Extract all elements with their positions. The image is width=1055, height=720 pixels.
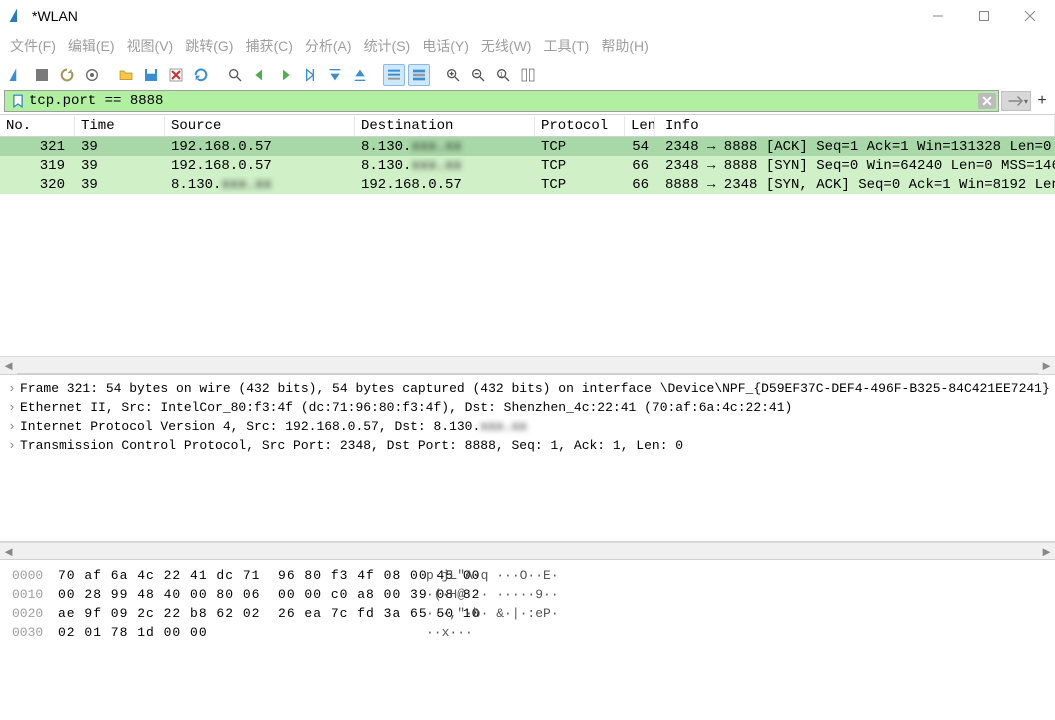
menu-wireless[interactable]: 无线(W) [475,34,538,58]
packet-list-body[interactable]: 32139192.168.0.578.130.xxx.xxTCP542348 →… [0,137,1055,356]
restart-capture-button[interactable] [56,64,78,86]
clear-filter-button[interactable]: ✕ [978,93,996,109]
go-to-packet-button[interactable] [299,64,321,86]
details-hscroll[interactable]: ◄► [0,542,1055,559]
zoom-out-button[interactable] [467,64,489,86]
col-header-length[interactable]: Length [625,116,655,136]
packet-row[interactable]: 32139192.168.0.578.130.xxx.xxTCP542348 →… [0,137,1055,156]
menubar: 文件(F) 编辑(E) 视图(V) 跳转(G) 捕获(C) 分析(A) 统计(S… [0,32,1055,62]
scroll-right-icon[interactable]: ► [1038,357,1055,374]
maximize-button[interactable] [961,1,1007,31]
save-file-button[interactable] [140,64,162,86]
find-packet-button[interactable] [224,64,246,86]
col-header-no[interactable]: No. [0,116,75,136]
app-icon [8,7,26,25]
menu-analyze[interactable]: 分析(A) [299,34,358,58]
detail-line[interactable]: ›Internet Protocol Version 4, Src: 192.1… [8,417,1047,436]
scroll-left-icon[interactable]: ◄ [0,357,17,374]
autoscroll-button[interactable] [383,64,405,86]
close-button[interactable] [1007,1,1053,31]
col-header-source[interactable]: Source [165,116,355,136]
menu-view[interactable]: 视图(V) [121,34,180,58]
packet-list-hscroll[interactable]: ◄► [0,356,1055,373]
toolbar: 1 [0,62,1055,90]
menu-edit[interactable]: 编辑(E) [62,34,121,58]
col-header-info[interactable]: Info [655,116,1055,136]
zoom-in-button[interactable] [442,64,464,86]
window-title: *WLAN [32,8,78,24]
col-header-protocol[interactable]: Protocol [535,116,625,136]
resize-columns-button[interactable] [517,64,539,86]
packet-details-pane[interactable]: ›Frame 321: 54 bytes on wire (432 bits),… [0,374,1055,542]
detail-line[interactable]: ›Frame 321: 54 bytes on wire (432 bits),… [8,379,1047,398]
menu-capture[interactable]: 捕获(C) [239,34,298,58]
packet-list-pane: No. Time Source Destination Protocol Len… [0,114,1055,374]
scroll-right-icon[interactable]: ► [1038,543,1055,560]
detail-line[interactable]: ›Ethernet II, Src: IntelCor_80:f3:4f (dc… [8,398,1047,417]
open-file-button[interactable] [115,64,137,86]
zoom-reset-button[interactable]: 1 [492,64,514,86]
titlebar: *WLAN [0,0,1055,32]
menu-help[interactable]: 帮助(H) [595,34,654,58]
display-filter-input[interactable] [29,93,978,109]
hex-row[interactable]: 001000 28 99 48 40 00 80 06 00 00 c0 a8 … [12,585,1045,604]
minimize-button[interactable] [915,1,961,31]
packet-bytes-pane[interactable]: 000070 af 6a 4c 22 41 dc 71 96 80 f3 4f … [0,559,1055,720]
menu-go[interactable]: 跳转(G) [179,34,239,58]
filterbar: ✕ ▾ + [0,90,1055,114]
start-capture-button[interactable] [6,64,28,86]
packet-row[interactable]: 320398.130.xxx.xx192.168.0.57TCP668888 →… [0,175,1055,194]
go-next-button[interactable] [274,64,296,86]
filter-input-wrap: ✕ [4,90,999,112]
packet-row[interactable]: 31939192.168.0.578.130.xxx.xxTCP662348 →… [0,156,1055,175]
apply-filter-button[interactable]: ▾ [1001,91,1031,111]
close-file-button[interactable] [165,64,187,86]
add-filter-button[interactable]: + [1033,91,1051,111]
bookmark-icon[interactable] [11,93,25,109]
reload-button[interactable] [190,64,212,86]
detail-line[interactable]: ›Transmission Control Protocol, Src Port… [8,436,1047,455]
capture-options-button[interactable] [81,64,103,86]
col-header-time[interactable]: Time [75,116,165,136]
go-last-button[interactable] [349,64,371,86]
menu-file[interactable]: 文件(F) [4,34,62,58]
hex-row[interactable]: 000070 af 6a 4c 22 41 dc 71 96 80 f3 4f … [12,566,1045,585]
hex-row[interactable]: 003002 01 78 1d 00 00··x··· [12,623,1045,642]
menu-tools[interactable]: 工具(T) [537,34,595,58]
hex-row[interactable]: 0020ae 9f 09 2c 22 b8 62 02 26 ea 7c fd … [12,604,1045,623]
go-first-button[interactable] [324,64,346,86]
col-header-destination[interactable]: Destination [355,116,535,136]
packet-list-header: No. Time Source Destination Protocol Len… [0,115,1055,137]
colorize-button[interactable] [408,64,430,86]
menu-telephony[interactable]: 电话(Y) [416,34,475,58]
stop-capture-button[interactable] [31,64,53,86]
menu-statistics[interactable]: 统计(S) [358,34,417,58]
go-previous-button[interactable] [249,64,271,86]
scroll-left-icon[interactable]: ◄ [0,543,17,560]
